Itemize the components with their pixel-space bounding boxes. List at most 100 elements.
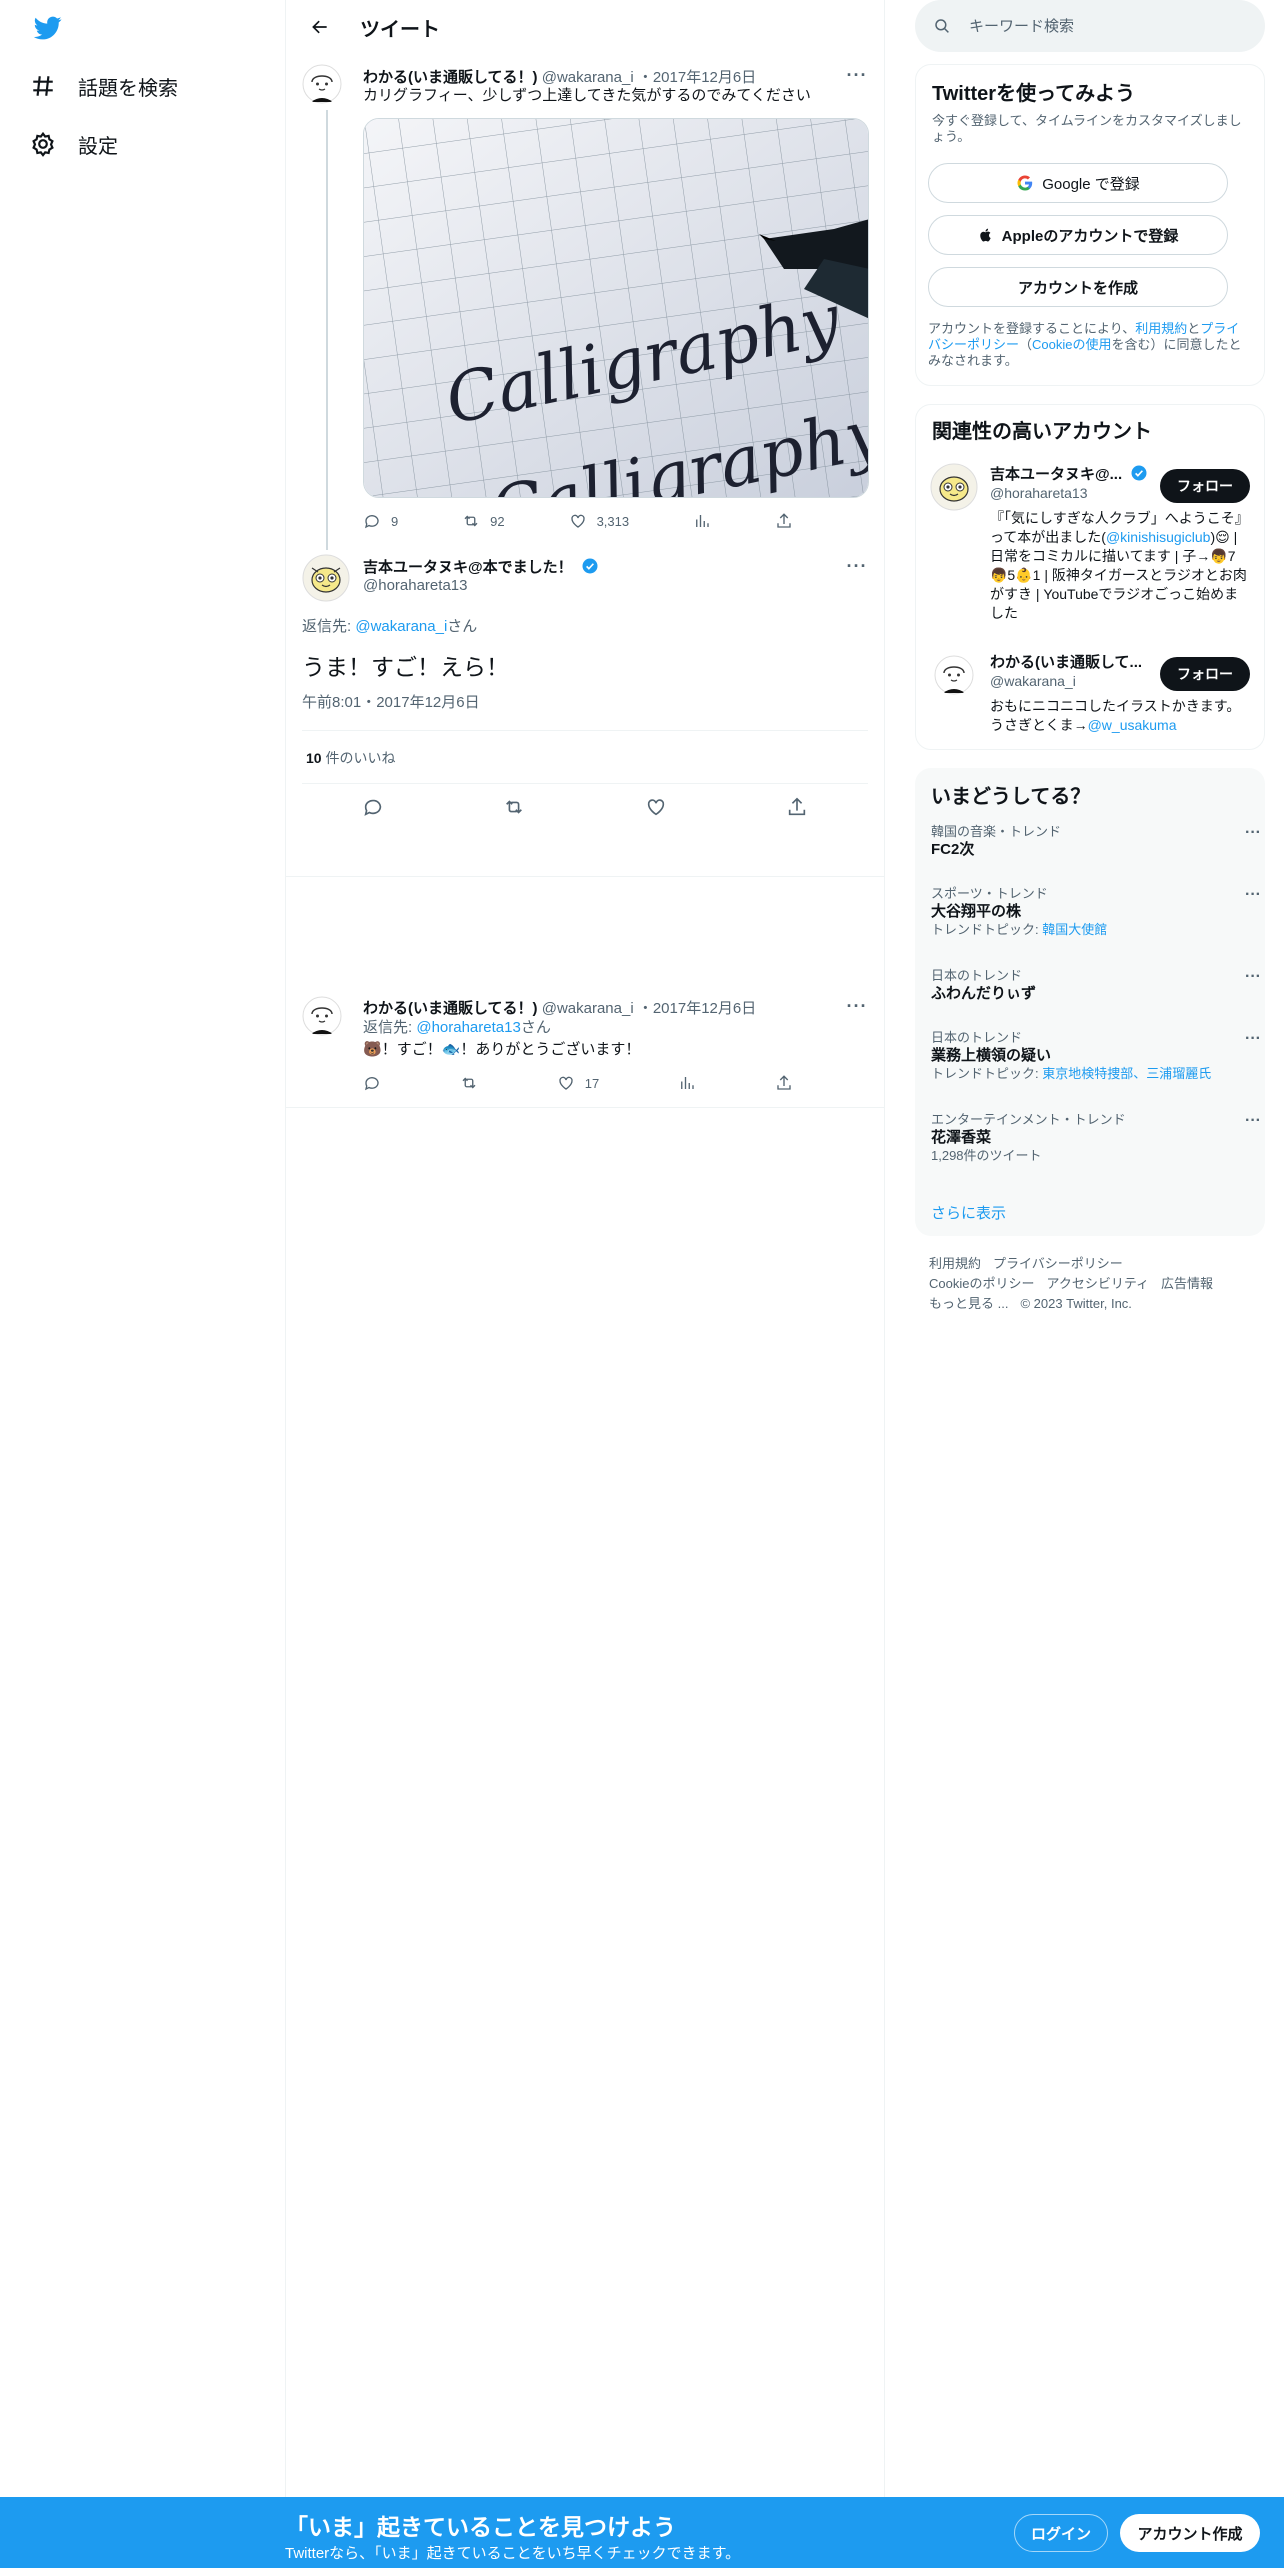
retweet-icon (506, 800, 523, 814)
heart-icon (647, 799, 664, 816)
tweet-date[interactable]: ・2017年12月6日 (638, 69, 756, 86)
follow-button[interactable]: フォロー (1160, 657, 1250, 691)
footer-cookie-link[interactable]: Cookieのポリシー (929, 1276, 1034, 1291)
account-handle[interactable]: @wakarana_i (990, 673, 1076, 689)
more-icon[interactable]: ··· (1245, 968, 1261, 986)
account-name[interactable]: 吉本ユータヌキ@... (990, 463, 1148, 484)
footer-accessibility-link[interactable]: アクセシビリティ (1046, 1276, 1149, 1291)
terms-link[interactable]: 利用規約 (1135, 321, 1187, 336)
search-bar[interactable] (915, 0, 1265, 52)
main-tweet-handle[interactable]: @horahareta13 (363, 577, 467, 594)
more-icon[interactable]: ··· (1245, 1030, 1261, 1048)
login-button[interactable]: ログイン (1014, 2514, 1108, 2552)
trend-item[interactable]: 日本のトレンド 業務上横領の疑い トレンドトピック: 東京地検特捜部、三浦瑠麗氏… (931, 1030, 1261, 1082)
retweet-button[interactable] (503, 796, 525, 818)
cookie-link[interactable]: Cookieの使用 (1032, 337, 1111, 352)
trend-topic-link[interactable]: 韓国大使館 (1042, 922, 1107, 937)
reply-button[interactable]: 9 (363, 512, 398, 530)
more-icon[interactable]: ··· (842, 996, 872, 1016)
trend-meta: 日本のトレンド (931, 968, 1023, 983)
footer-ads-link[interactable]: 広告情報 (1161, 1276, 1213, 1291)
legal-text: （ (1019, 337, 1033, 352)
author-handle[interactable]: @wakarana_i (542, 69, 634, 86)
author-name[interactable]: わかる(いま通販してる！) (363, 69, 538, 86)
bio-link[interactable]: @w_usakuma (1088, 717, 1177, 733)
reply-icon (364, 1077, 379, 1091)
footer-terms-link[interactable]: 利用規約 (929, 1256, 981, 1271)
share-icon (777, 1075, 791, 1090)
twitter-logo-icon[interactable] (32, 14, 64, 42)
more-icon[interactable]: ··· (842, 556, 872, 576)
reply-suffix: さん (447, 618, 478, 635)
share-button[interactable] (775, 1074, 793, 1092)
footer-more-link[interactable]: もっと見る ... (929, 1296, 1008, 1311)
trend-item[interactable]: エンターテインメント・トレンド 花澤香菜 1,298件のツイート ··· (931, 1112, 1261, 1164)
account-name[interactable]: わかる(いま通販して... (990, 651, 1142, 672)
analytics-button[interactable] (693, 512, 711, 530)
reply-button[interactable] (363, 1074, 381, 1092)
reply-prefix: 返信先: (302, 618, 356, 635)
more-icon[interactable]: ··· (1245, 1112, 1261, 1130)
reply-to-link[interactable]: @horahareta13 (416, 1019, 520, 1036)
retweet-button[interactable]: 92 (462, 512, 505, 530)
account-handle[interactable]: @horahareta13 (990, 485, 1088, 501)
avatar-horahareta[interactable] (930, 463, 978, 511)
more-icon[interactable]: ··· (842, 65, 872, 85)
tweet-media-image[interactable]: Calligraphy Calligraphy (363, 118, 869, 498)
like-count: 3,313 (596, 513, 630, 529)
trend-item[interactable]: 日本のトレンド ふわんだりぃず ··· (931, 968, 1261, 1004)
main-tweet-name[interactable]: 吉本ユータヌキ@本でました！ (363, 556, 599, 577)
more-icon[interactable]: ··· (1245, 886, 1261, 904)
nav-settings[interactable]: 設定 (30, 124, 118, 164)
reply-button[interactable] (362, 796, 384, 818)
footer-links: 利用規約 プライバシーポリシー Cookieのポリシー アクセシビリティ 広告情報 も… (929, 1254, 1249, 1314)
like-button[interactable]: 17 (557, 1074, 599, 1092)
trends-title: いまどうしてる？ (931, 786, 1091, 808)
create-account-label: アカウントを作成 (1017, 279, 1138, 297)
reply-to-link[interactable]: @wakarana_i (355, 618, 447, 635)
more-icon[interactable]: ··· (1245, 824, 1261, 842)
trend-item[interactable]: 韓国の音楽・トレンド FC2次 ··· (931, 824, 1261, 860)
author-name[interactable]: わかる(いま通販してる！) (363, 1000, 538, 1017)
share-button[interactable] (775, 512, 793, 530)
trend-topic: トレンドトピック: 東京地検特捜部、三浦瑠麗氏 (931, 1066, 1251, 1082)
verified-badge-icon (582, 558, 598, 574)
trend-topic: トレンドトピック: 韓国大使館 (931, 922, 1251, 938)
trend-topic-link[interactable]: 東京地検特捜部、三浦瑠麗氏 (1042, 1066, 1211, 1081)
share-button[interactable] (786, 796, 808, 818)
nav-explore[interactable]: 話題を検索 (30, 66, 178, 106)
trend-topic-label: トレンドトピック: (931, 1066, 1043, 1081)
google-signup-button[interactable]: Google で登録 (928, 163, 1228, 203)
create-account-button[interactable]: アカウントを作成 (928, 267, 1228, 307)
retweet-button[interactable] (460, 1074, 478, 1092)
avatar-wakarana[interactable] (302, 996, 342, 1036)
reply-text-part-1: ！すご！ (381, 1041, 442, 1058)
avatar-wakarana[interactable] (934, 655, 974, 695)
like-button[interactable] (645, 796, 667, 818)
search-input[interactable] (969, 17, 1229, 35)
main-tweet-timestamp[interactable]: 午前8:01・2017年12月6日 (302, 693, 480, 713)
author-handle[interactable]: @wakarana_i (542, 1000, 634, 1017)
relevant-accounts-card: 関連性の高いアカウント 吉本ユータヌキ@... @horahareta13 フォ… (915, 404, 1265, 750)
google-icon (1017, 175, 1033, 191)
account-bio: 『「気にしすぎな人クラブ」へようこそ』って本が出ました(@kinishisugi… (990, 509, 1252, 623)
reply-prefix: 返信先: (363, 1019, 417, 1036)
avatar-horahareta[interactable] (302, 554, 350, 602)
avatar-wakarana[interactable] (302, 64, 342, 104)
show-more-link[interactable]: さらに表示 (931, 1202, 1006, 1223)
share-icon (777, 513, 791, 528)
follow-button[interactable]: フォロー (1160, 469, 1250, 503)
back-button[interactable] (302, 9, 338, 45)
parent-tweet-actions: 9 92 3,313 (363, 512, 793, 530)
apple-signup-button[interactable]: Appleのアカウントで登録 (928, 215, 1228, 255)
bio-link[interactable]: @kinishisugiclub (1106, 529, 1210, 545)
likes-summary[interactable]: 10 件のいいね (306, 748, 395, 768)
header: ツイート (286, 0, 884, 54)
footer-privacy-link[interactable]: プライバシーポリシー (993, 1256, 1123, 1271)
trend-item[interactable]: スポーツ・トレンド 大谷翔平の株 トレンドトピック: 韓国大使館 ··· (931, 886, 1261, 938)
like-button[interactable]: 3,313 (569, 512, 630, 530)
page: 話題を検索 設定 ツイート わかる(いま通販してる！) @wakarana_i … (0, 0, 1284, 2568)
tweet-date[interactable]: ・2017年12月6日 (638, 1000, 756, 1017)
signup-button[interactable]: アカウント作成 (1120, 2514, 1260, 2552)
analytics-button[interactable] (678, 1074, 696, 1092)
